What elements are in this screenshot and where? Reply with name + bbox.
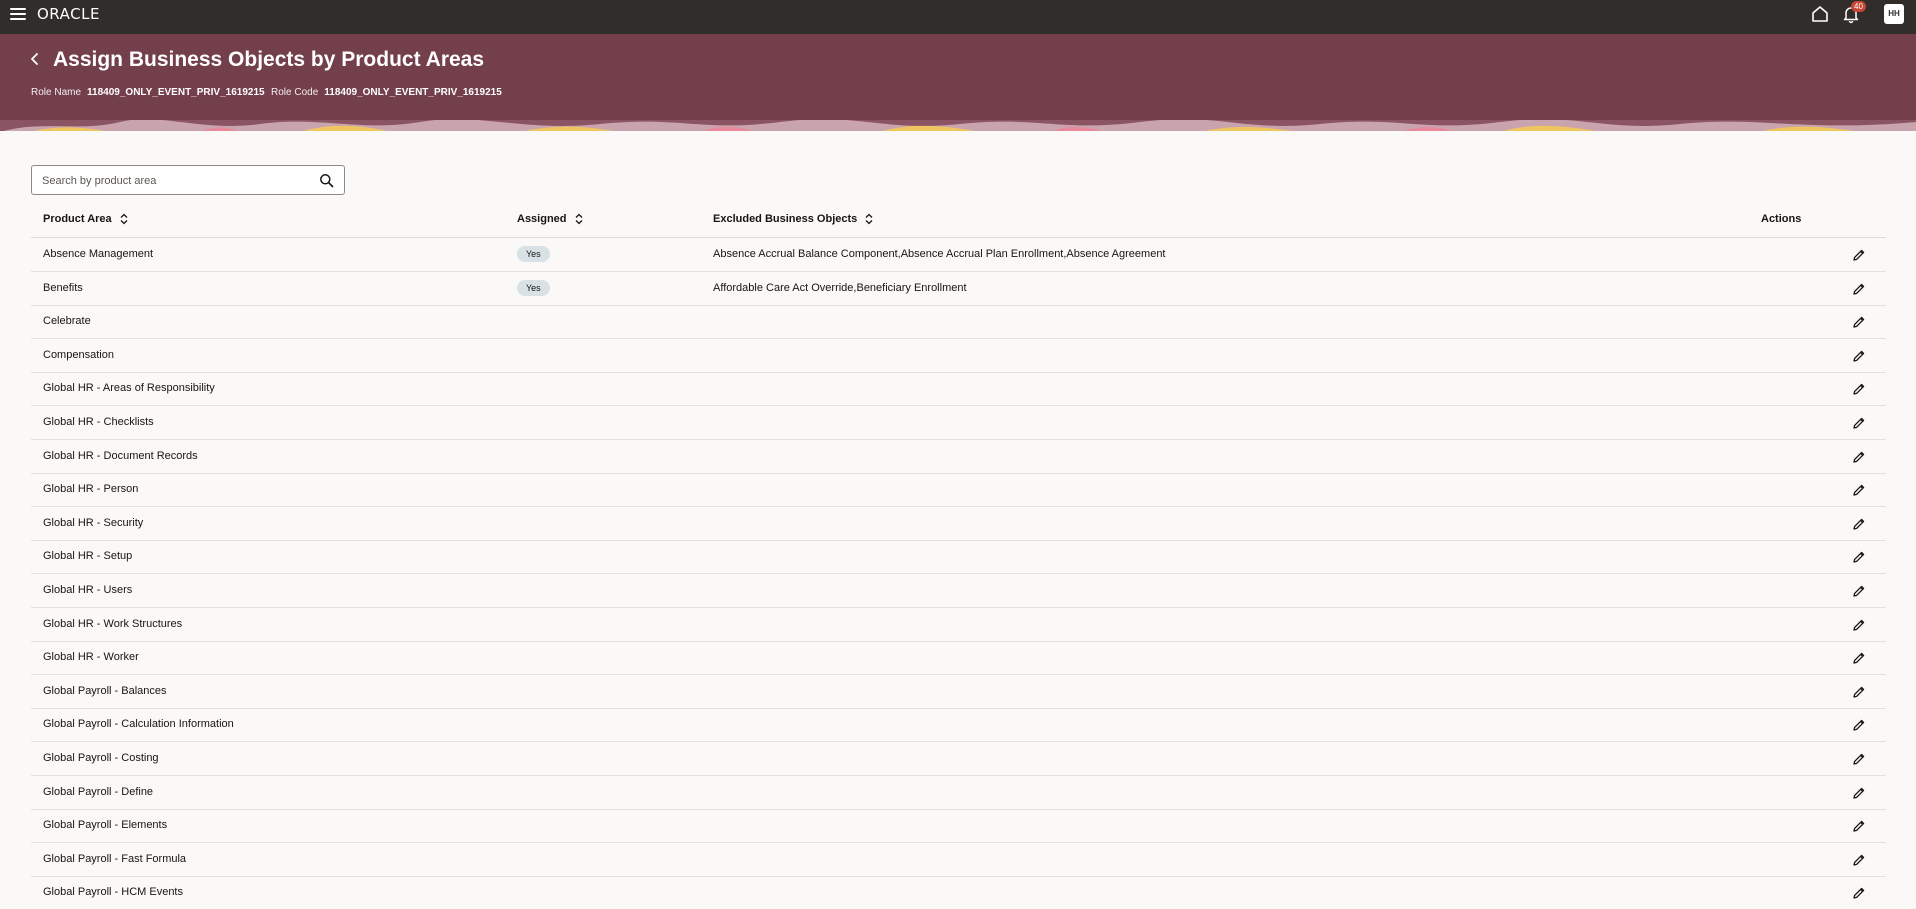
edit-icon[interactable] — [1852, 550, 1866, 564]
table-row[interactable]: Absence Management Yes Absence Accrual Bal… — [31, 238, 1886, 272]
role-code-value: 118409_ONLY_EVENT_PRIV_1619215 — [324, 87, 502, 98]
edit-icon[interactable] — [1852, 886, 1866, 900]
table-row[interactable]: Global HR - Setup — [31, 540, 1886, 575]
edit-icon[interactable] — [1852, 752, 1866, 766]
edit-icon[interactable] — [1852, 349, 1866, 363]
product-area-cell: Global Payroll - Define — [43, 785, 154, 798]
table-row[interactable]: Global HR - Areas of Responsibility — [31, 372, 1886, 407]
product-area-cell: Global Payroll - Calculation Information — [43, 718, 234, 731]
edit-icon[interactable] — [1852, 248, 1866, 262]
product-area-cell: Absence Management — [43, 248, 154, 260]
edit-icon[interactable] — [1852, 382, 1866, 396]
sort-icon[interactable] — [574, 213, 584, 225]
product-area-cell: Compensation — [43, 348, 114, 361]
edit-icon[interactable] — [1852, 416, 1866, 430]
edit-icon[interactable] — [1852, 315, 1866, 329]
table-row[interactable]: Global HR - Checklists — [31, 406, 1886, 440]
table-row[interactable]: Global HR - Worker — [31, 641, 1886, 676]
edit-icon[interactable] — [1852, 786, 1866, 800]
product-area-cell: Global HR - Security — [43, 516, 144, 529]
edit-icon[interactable] — [1852, 282, 1866, 296]
edit-icon[interactable] — [1852, 685, 1866, 699]
oracle-logo[interactable]: ORACLE — [37, 5, 100, 23]
edit-icon[interactable] — [1852, 819, 1866, 833]
column-header-assigned-label: Assigned — [517, 213, 567, 225]
column-header-product-area[interactable]: Product Area — [43, 204, 129, 238]
product-area-cell: Global HR - Person — [43, 483, 139, 496]
column-header-assigned[interactable]: Assigned — [517, 204, 584, 238]
table-row[interactable]: Celebrate — [31, 305, 1886, 340]
sort-icon[interactable] — [864, 213, 874, 225]
edit-icon[interactable] — [1852, 584, 1866, 598]
excluded-business-objects-cell: Absence Accrual Balance Component,Absenc… — [713, 248, 1166, 260]
table-row[interactable]: Global Payroll - Calculation Information — [31, 708, 1886, 743]
search-icon[interactable] — [319, 173, 334, 188]
assigned-cell: Yes — [517, 272, 550, 305]
table-row[interactable]: Global HR - Users — [31, 574, 1886, 608]
column-header-excluded-business-objects[interactable]: Excluded Business Objects — [713, 204, 874, 238]
product-area-cell: Global HR - Areas of Responsibility — [43, 382, 215, 395]
role-name-label: Role Name — [31, 87, 82, 98]
sort-icon[interactable] — [119, 213, 129, 225]
product-area-cell: Global HR - Worker — [43, 651, 139, 664]
excluded-business-objects-cell: Affordable Care Act Override,Beneficiary… — [713, 281, 967, 294]
table-row[interactable]: Global HR - Work Structures — [31, 608, 1886, 642]
product-area-cell: Global Payroll - Fast Formula — [43, 852, 187, 865]
table-row[interactable]: Global HR - Document Records — [31, 440, 1886, 474]
edit-icon[interactable] — [1852, 483, 1866, 497]
product-area-cell: Global Payroll - Balances — [43, 684, 167, 697]
menu-icon[interactable] — [10, 6, 26, 20]
notification-count-badge: 40 — [1851, 1, 1866, 12]
assigned-cell: Yes — [517, 238, 550, 271]
edit-icon[interactable] — [1852, 651, 1866, 665]
role-name-value: 118409_ONLY_EVENT_PRIV_1619215 — [87, 87, 265, 98]
role-name: Role Name 118409_ONLY_EVENT_PRIV_1619215 — [31, 87, 265, 98]
column-header-excluded-label: Excluded Business Objects — [713, 213, 858, 225]
product-area-cell: Global HR - Checklists — [43, 416, 154, 428]
table-row[interactable]: Global HR - Person — [31, 473, 1886, 508]
product-area-cell: Celebrate — [43, 315, 91, 328]
decorative-banner-pattern — [0, 120, 1916, 131]
edit-icon[interactable] — [1852, 450, 1866, 464]
table-row[interactable]: Global HR - Security — [31, 507, 1886, 541]
search-input[interactable] — [42, 172, 312, 190]
edit-icon[interactable] — [1852, 618, 1866, 632]
edit-icon[interactable] — [1852, 718, 1866, 732]
table-row[interactable]: Benefits Yes Affordable Care Act Override,… — [31, 272, 1886, 306]
edit-icon[interactable] — [1852, 517, 1866, 531]
table-row[interactable]: Global Payroll - HCM Events — [31, 876, 1886, 909]
product-area-cell: Global Payroll - HCM Events — [43, 886, 183, 899]
product-area-cell: Global HR - Setup — [43, 550, 133, 563]
product-area-cell: Benefits — [43, 281, 83, 294]
product-area-cell: Global Payroll - Elements — [43, 819, 168, 832]
assigned-badge: Yes — [517, 279, 550, 296]
product-area-cell: Global HR - Document Records — [43, 449, 198, 462]
table-row[interactable]: Global Payroll - Define — [31, 776, 1886, 810]
column-header-product-area-label: Product Area — [43, 213, 112, 225]
edit-icon[interactable] — [1852, 853, 1866, 867]
table-row[interactable]: Global Payroll - Balances — [31, 675, 1886, 709]
global-header: ORACLE 40 HH — [0, 0, 1916, 34]
page-title: Assign Business Objects by Product Areas — [53, 48, 485, 71]
product-area-search — [31, 165, 345, 195]
table-row[interactable]: Global Payroll - Fast Formula — [31, 843, 1886, 877]
table-row[interactable]: Compensation — [31, 339, 1886, 373]
product-area-cell: Global Payroll - Costing — [43, 752, 159, 764]
home-icon[interactable] — [1810, 4, 1830, 24]
product-area-cell: Global HR - Work Structures — [43, 617, 183, 630]
product-area-cell: Global HR - Users — [43, 584, 133, 596]
table-row[interactable]: Global Payroll - Costing — [31, 742, 1886, 776]
back-icon[interactable] — [27, 48, 43, 70]
role-code: Role Code 118409_ONLY_EVENT_PRIV_1619215 — [271, 87, 502, 98]
assigned-badge: Yes — [517, 246, 550, 263]
table-row[interactable]: Global Payroll - Elements — [31, 809, 1886, 844]
user-avatar[interactable]: HH — [1884, 4, 1904, 24]
column-header-actions: Actions — [1761, 213, 1802, 225]
role-code-label: Role Code — [271, 87, 319, 98]
